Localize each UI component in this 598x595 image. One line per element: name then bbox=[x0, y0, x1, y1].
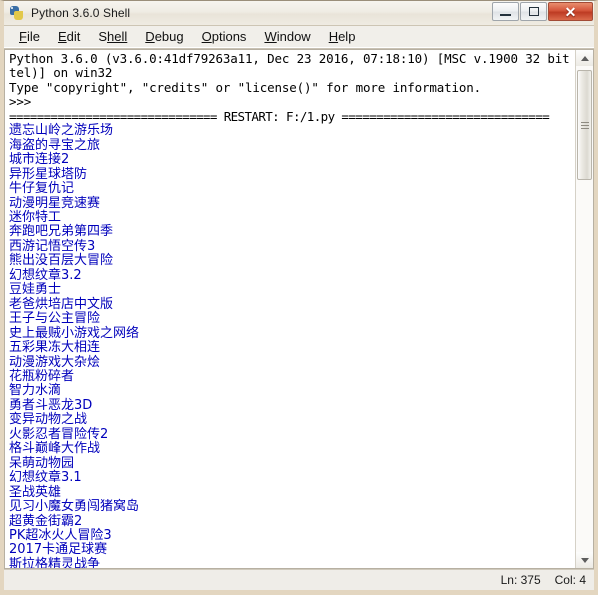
menu-label-edit: dit bbox=[66, 29, 81, 44]
console-line: Type "copyright", "credits" or "license(… bbox=[9, 79, 482, 95]
menu-accel-file: F bbox=[19, 29, 27, 44]
menu-bar: File Edit Shell Debug Options Window Hel… bbox=[4, 26, 594, 49]
output-line: 史上最贼小游戏之网络 bbox=[9, 325, 140, 341]
minimize-icon bbox=[500, 14, 511, 16]
menu-accel-help: H bbox=[328, 29, 339, 44]
status-bar: Ln: 375 Col: 4 bbox=[4, 569, 594, 590]
output-line: 圣战英雄 bbox=[9, 484, 62, 500]
maximize-button[interactable] bbox=[520, 2, 547, 21]
maximize-icon bbox=[528, 7, 539, 16]
python-idle-shell-window: Python 3.6.0 Shell ✕ File Edit Shell Deb… bbox=[0, 0, 598, 595]
output-line: 动漫游戏大杂烩 bbox=[9, 354, 101, 370]
scroll-down-button[interactable] bbox=[576, 552, 593, 568]
output-line: 见习小魔女勇闯猪窝岛 bbox=[9, 499, 140, 515]
menu-accel-options: O bbox=[201, 29, 212, 44]
output-line: 动漫明星竞速赛 bbox=[9, 195, 101, 211]
output-line: 格斗巅峰大作战 bbox=[9, 441, 101, 457]
scrollbar-grip-icon bbox=[580, 120, 589, 131]
output-line: 城市连接2 bbox=[9, 152, 70, 168]
output-line: 花瓶粉碎者 bbox=[9, 368, 75, 384]
menu-item-help[interactable]: Help bbox=[320, 28, 365, 46]
status-column-number: Col: 4 bbox=[554, 573, 586, 587]
menu-item-window[interactable]: Window bbox=[255, 28, 319, 46]
minimize-button[interactable] bbox=[492, 2, 519, 21]
menu-label-debug: ebug bbox=[154, 29, 184, 44]
output-line: 海盗的寻宝之旅 bbox=[9, 137, 101, 153]
menu-accel-debug: D bbox=[145, 29, 155, 44]
menu-item-edit[interactable]: Edit bbox=[49, 28, 89, 46]
shell-output-text[interactable]: Python 3.6.0 (v3.6.0:41df79263a11, Dec 2… bbox=[5, 50, 575, 568]
scrollbar-thumb[interactable] bbox=[577, 70, 592, 180]
output-line: 五彩果冻大相连 bbox=[9, 340, 101, 356]
output-line: 异形星球塔防 bbox=[9, 166, 88, 182]
output-line: 王子与公主冒险 bbox=[9, 311, 101, 327]
window-title: Python 3.6.0 Shell bbox=[31, 6, 131, 20]
output-line: 奔跑吧兄弟第四季 bbox=[9, 224, 114, 240]
menu-accel-edit: E bbox=[57, 29, 67, 44]
menu-label-window: indow bbox=[276, 29, 311, 44]
output-line: 遗忘山岭之游乐场 bbox=[9, 123, 114, 139]
menu-accel-window: W bbox=[264, 29, 277, 44]
output-line: 变异动物之战 bbox=[9, 412, 88, 428]
output-line: 幻想纹章3.1 bbox=[9, 470, 82, 486]
close-icon: ✕ bbox=[564, 3, 577, 20]
output-line: 2017卡通足球赛 bbox=[9, 542, 108, 558]
menu-item-shell[interactable]: Shell bbox=[89, 28, 136, 46]
vertical-scrollbar[interactable] bbox=[575, 50, 593, 568]
console-line: tel)] on win32 bbox=[9, 65, 113, 81]
output-line: 熊出没百层大冒险 bbox=[9, 253, 114, 269]
console-line: Python 3.6.0 (v3.6.0:41df79263a11, Dec 2… bbox=[9, 51, 575, 66]
output-line: 呆萌动物园 bbox=[9, 455, 75, 471]
output-line: 老爸烘培店中文版 bbox=[9, 296, 114, 312]
console-line: ============================== RESTART: … bbox=[9, 108, 550, 124]
output-line: 迷你特工 bbox=[9, 209, 62, 225]
menu-label-help: elp bbox=[338, 29, 356, 44]
close-button[interactable]: ✕ bbox=[548, 2, 593, 21]
menu-label-shell: hell bbox=[107, 29, 128, 44]
menu-item-options[interactable]: Options bbox=[193, 28, 256, 46]
menu-accel-shell: S bbox=[98, 29, 108, 44]
scroll-up-button[interactable] bbox=[576, 50, 593, 66]
output-line: 勇者斗恶龙3D bbox=[9, 397, 93, 413]
output-line: 斯拉格精灵战争 bbox=[9, 556, 101, 568]
python-logo-icon bbox=[9, 5, 25, 21]
console-line: >>> bbox=[9, 94, 39, 110]
caption-buttons: ✕ bbox=[491, 2, 593, 22]
output-line: 智力水滴 bbox=[9, 383, 62, 399]
output-line: 超黄金街霸2 bbox=[9, 513, 83, 529]
menu-label-options: ptions bbox=[211, 29, 247, 44]
menu-item-file[interactable]: File bbox=[10, 28, 49, 46]
scroll-down-arrow-icon bbox=[580, 557, 589, 563]
output-line: 牛仔复仇记 bbox=[9, 181, 75, 197]
output-line: 幻想纹章3.2 bbox=[9, 267, 82, 283]
menu-item-debug[interactable]: Debug bbox=[136, 28, 192, 46]
output-line: 豆娃勇士 bbox=[9, 282, 62, 298]
menu-label-file: ile bbox=[26, 29, 40, 44]
title-bar: Python 3.6.0 Shell ✕ bbox=[4, 1, 594, 26]
console-area: Python 3.6.0 (v3.6.0:41df79263a11, Dec 2… bbox=[4, 49, 594, 569]
status-line-number: Ln: 375 bbox=[500, 573, 541, 587]
scrollbar-track[interactable] bbox=[576, 66, 593, 552]
scroll-up-arrow-icon bbox=[580, 55, 589, 61]
